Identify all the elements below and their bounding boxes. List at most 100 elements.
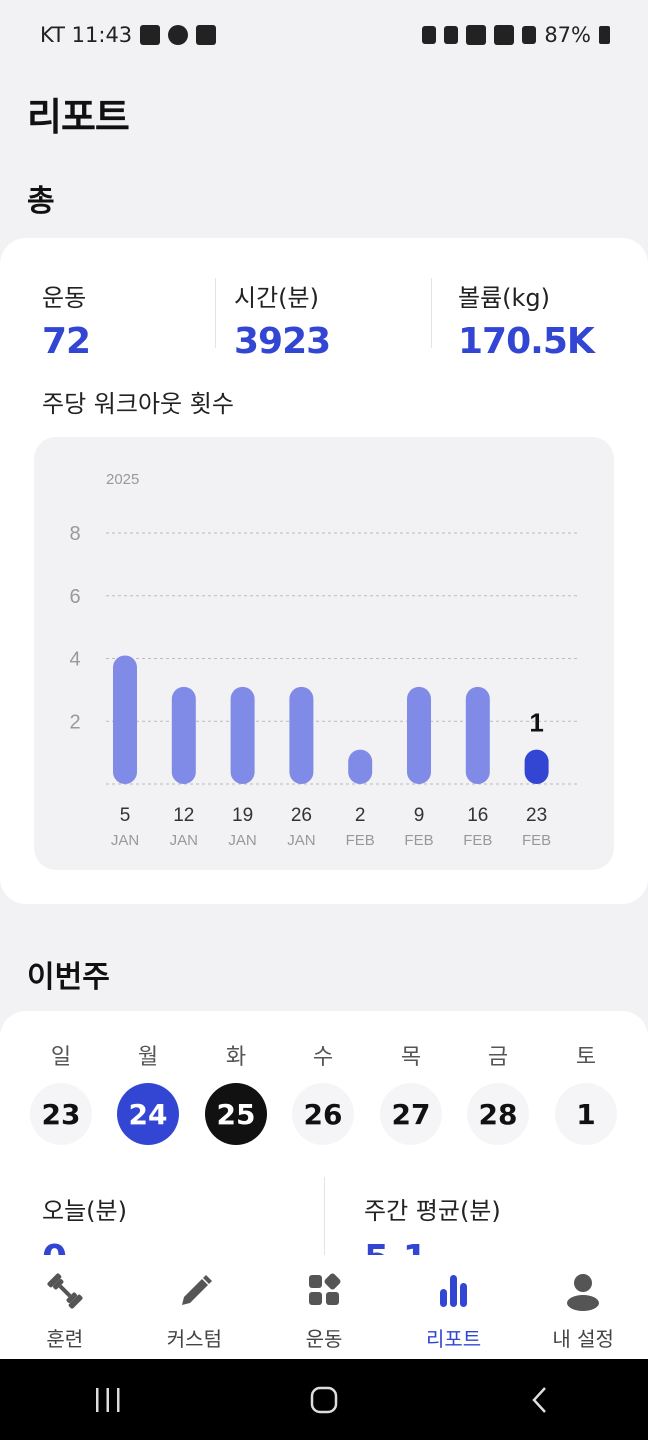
stat-label: 운동 [42,284,87,312]
nav-label: 커스텀 [166,1327,222,1351]
back-icon [532,1386,546,1413]
x-tick-month: FEB [346,832,375,849]
day-2[interactable]: 화 25 [204,1039,268,1145]
chat-icon [168,25,189,45]
day-name: 일 [50,1045,72,1070]
day-1[interactable]: 월 24 [116,1039,180,1145]
nav-label: 운동 [305,1327,343,1351]
stat-value: 72 [42,321,91,362]
x-tick-day: 9 [414,805,425,826]
dumbbell-icon [43,1271,87,1311]
nav-item-settings[interactable]: 내 설정 [518,1255,648,1359]
home-icon [310,1386,338,1413]
x-tick-month: FEB [522,832,551,849]
day-name: 금 [487,1045,509,1070]
chart-bar [348,749,373,784]
x-tick-month: JAN [170,832,198,849]
day-date: 25 [205,1083,267,1145]
day-date: 1 [555,1083,617,1145]
x-tick-day: 12 [173,805,194,826]
stats-row: 운동 72 시간(분) 3923 볼륨(kg) 170.5K [0,278,648,368]
today-label: 오늘(분) [42,1197,127,1225]
total-card: 운동 72 시간(분) 3923 볼륨(kg) 170.5K 주당 워크아웃 횟… [0,238,648,904]
chart-svg: 2025 2 4 6 8 5 JAN 12 JAN 19 JAN 26 JAN 2 FEB 9 FEB 16 FEB… [69,471,579,849]
day-4[interactable]: 목 27 [379,1039,443,1145]
y-tick-label: 6 [69,586,80,608]
gallery-icon [140,25,161,45]
y-tick-label: 2 [69,711,80,733]
chart-bar [524,749,549,784]
stat-divider [215,278,216,348]
x-tick-day: 26 [291,805,312,826]
nav-label: 내 설정 [552,1327,614,1351]
y-tick-label: 4 [69,649,80,671]
hd-icon [494,25,515,45]
chart-bar [465,686,490,784]
chart-bar [289,686,314,784]
stat-volume: 볼륨(kg) 170.5K [458,278,595,362]
nav-item-report[interactable]: 리포트 [389,1255,519,1359]
x-tick-month: FEB [463,832,492,849]
x-tick-month: JAN [111,832,139,849]
grid-icon [302,1271,346,1311]
stat-value: 170.5K [458,321,595,362]
device-icon [196,25,217,45]
day-name: 수 [312,1045,334,1070]
stat-time: 시간(분) 3923 [234,278,331,362]
day-date: 27 [380,1083,442,1145]
nav-label: 리포트 [425,1327,482,1351]
x-tick-month: JAN [287,832,315,849]
mute-icon [444,26,459,44]
day-name: 월 [137,1045,159,1070]
day-date: 23 [30,1083,92,1145]
pencil-icon [172,1271,216,1311]
bar-chart-icon [432,1271,476,1311]
day-0[interactable]: 일 23 [29,1039,93,1145]
signal-icon [522,26,537,44]
week-stat-divider [324,1177,325,1257]
recent-apps-icon [96,1387,120,1412]
chart-year-label: 2025 [106,471,139,488]
status-bar: KT 11:43 87% [0,0,648,70]
battery-percent: 87% [544,23,591,47]
stat-label: 시간(분) [234,284,319,312]
chart-bar [113,655,137,784]
page-title: 리포트 [27,95,130,139]
x-tick-day: 2 [355,805,366,826]
day-date: 24 [117,1083,179,1145]
nav-item-training[interactable]: 훈련 [0,1255,130,1359]
wifi-icon [466,25,487,45]
x-tick-day: 5 [120,805,131,826]
day-3[interactable]: 수 26 [291,1039,355,1145]
stat-divider [431,278,432,348]
x-tick-day: 16 [467,805,488,826]
avg-label: 주간 평균(분) [364,1197,501,1225]
carrier-time: KT 11:43 [40,23,133,47]
day-name: 목 [400,1045,422,1070]
x-tick-month: FEB [404,832,433,849]
section-title-week: 이번주 [27,960,110,995]
day-name: 화 [225,1045,247,1070]
day-6[interactable]: 토1 [554,1039,618,1145]
stat-workouts: 운동 72 [42,278,91,362]
home-button[interactable] [294,1380,354,1420]
day-5[interactable]: 금 28 [466,1039,530,1145]
weekly-workout-chart: 2025 2 4 6 8 5 JAN 12 JAN 19 JAN 26 JAN 2 FEB 9 FEB 16 FEB… [34,437,614,870]
day-date: 28 [467,1083,529,1145]
x-tick-month: JAN [228,832,256,849]
nav-label: 훈련 [46,1327,84,1351]
x-tick-day: 19 [232,805,253,826]
back-button[interactable] [510,1380,570,1420]
x-tick-day: 23 [526,805,547,826]
bar-data-label: 1 [529,708,543,738]
system-nav-bar [0,1359,648,1440]
y-tick-label: 8 [69,523,80,545]
day-date: 26 [292,1083,354,1145]
stat-value: 3923 [234,321,331,362]
battery-icon [599,26,610,44]
nav-item-exercise[interactable]: 운동 [259,1255,389,1359]
nav-item-custom[interactable]: 커스텀 [130,1255,260,1359]
day-name: 토 [575,1045,597,1070]
recent-apps-button[interactable] [78,1380,138,1420]
stat-label: 볼륨(kg) [458,284,551,312]
